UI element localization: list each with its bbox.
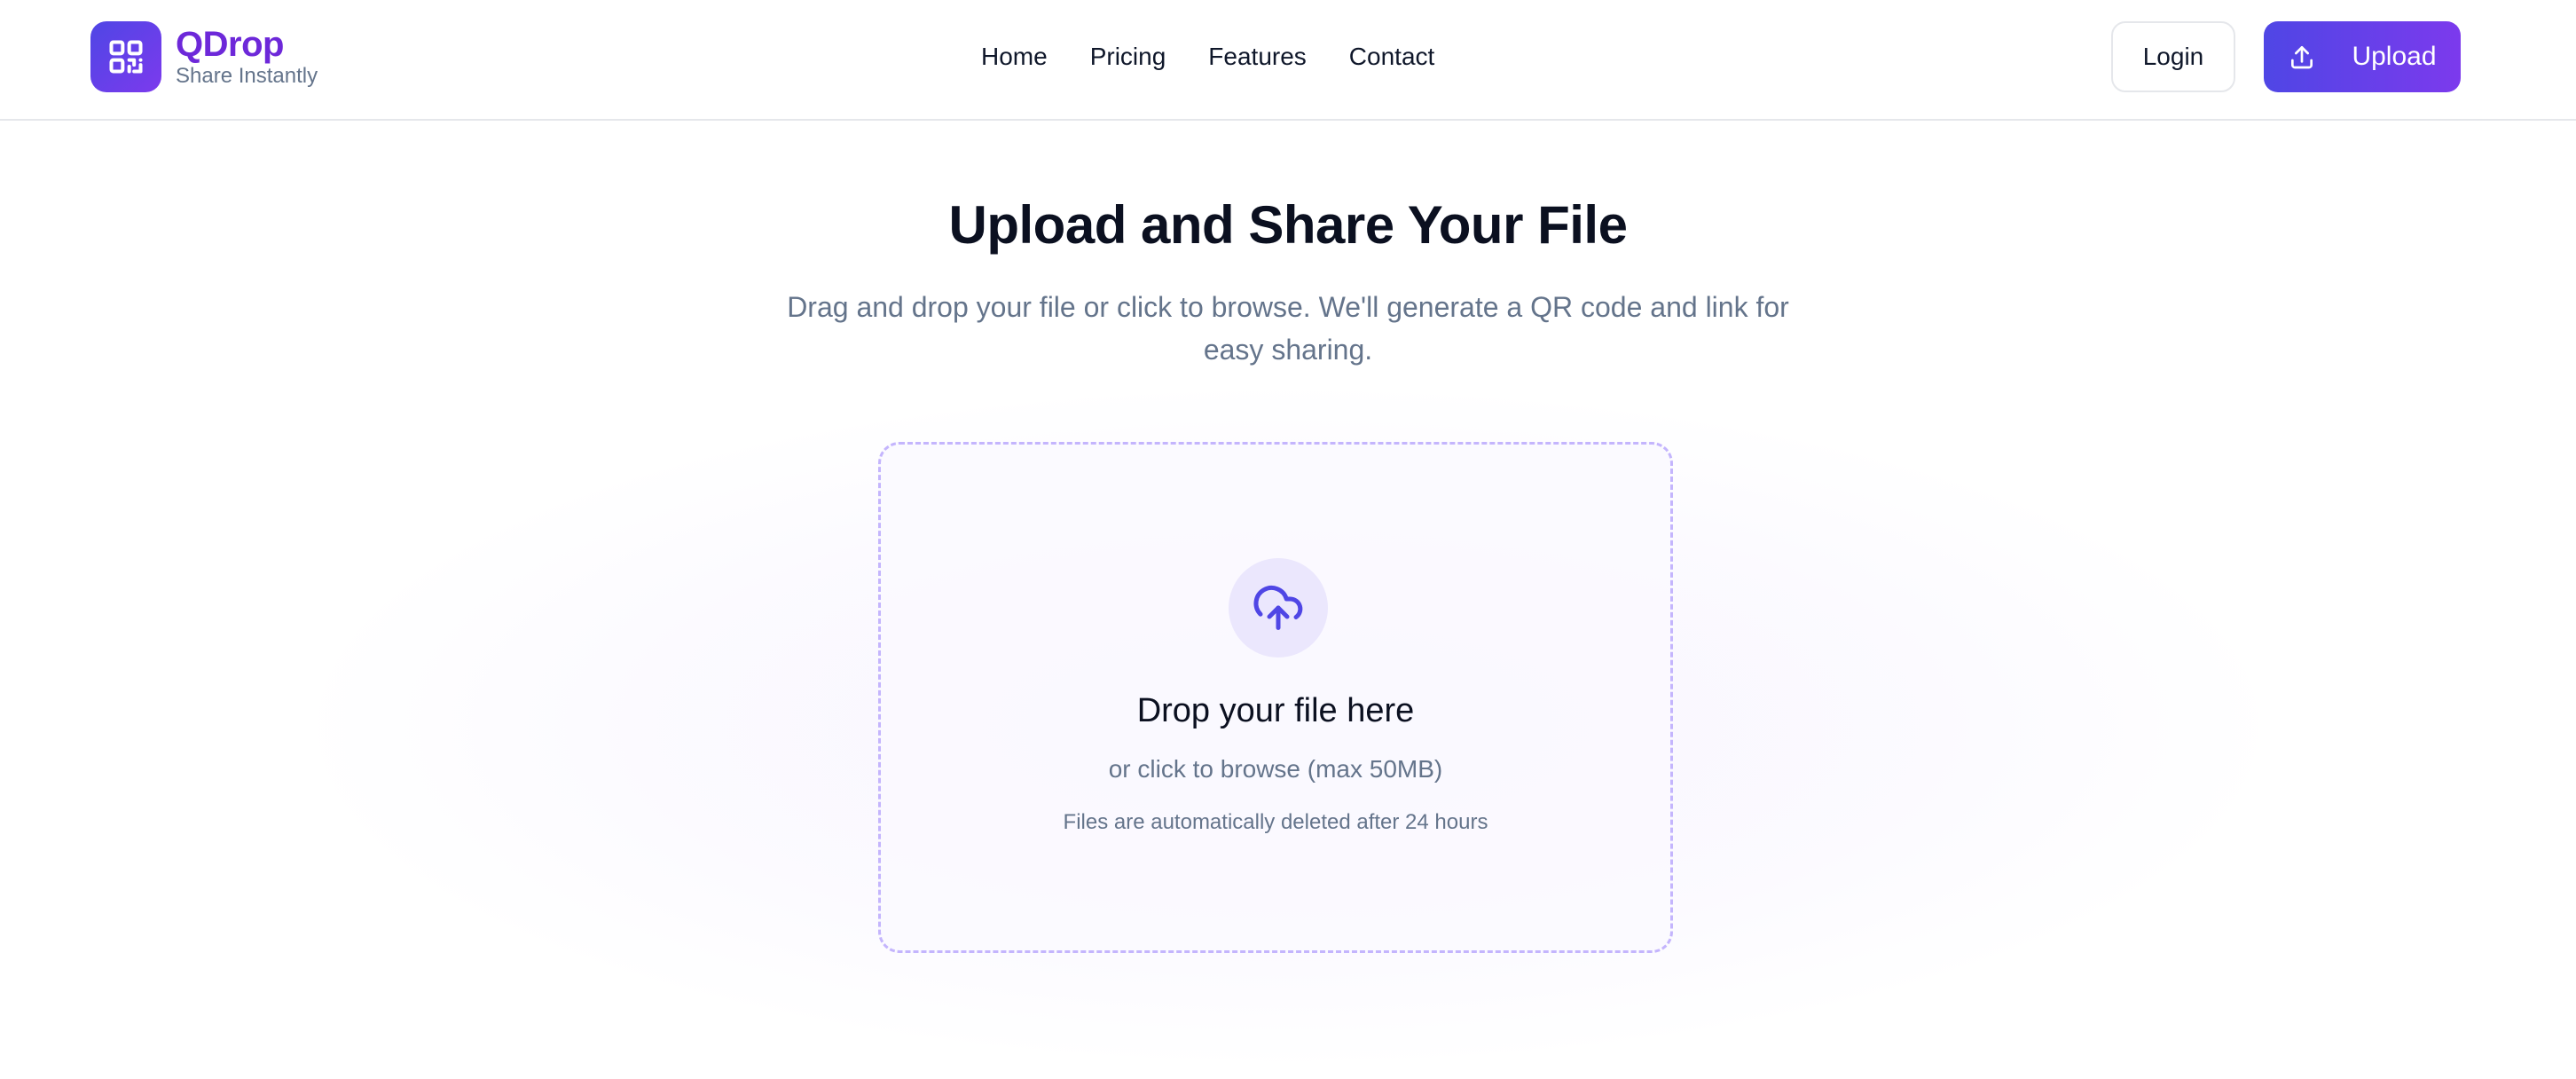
page-title: Upload and Share Your File — [948, 195, 1628, 255]
nav-link-contact[interactable]: Contact — [1349, 35, 1435, 78]
brand-name: QDrop — [176, 25, 284, 64]
cloud-upload-icon — [1229, 558, 1328, 658]
brand-home-link[interactable]: QDrop Share Instantly — [90, 21, 318, 92]
main-content: Upload and Share Your File Drag and drop… — [0, 122, 2576, 1079]
upload-button[interactable]: Upload — [2264, 21, 2461, 92]
top-navbar: QDrop Share Instantly Home Pricing Featu… — [0, 0, 2576, 121]
page-subtitle: Drag and drop your file or click to brow… — [787, 291, 1789, 366]
upload-button-label: Upload — [2352, 42, 2437, 71]
file-dropzone[interactable]: Drop your file here or click to browse (… — [878, 442, 1673, 953]
nav-link-pricing[interactable]: Pricing — [1090, 35, 1166, 78]
dropzone-subtitle: or click to browse (max 50MB) — [1108, 755, 1443, 783]
login-button[interactable]: Login — [2111, 21, 2235, 92]
qr-code-icon — [90, 21, 161, 92]
nav-link-features[interactable]: Features — [1208, 35, 1307, 78]
dropzone-note: Files are automatically deleted after 24… — [1063, 810, 1488, 834]
nav-link-home[interactable]: Home — [981, 35, 1048, 78]
main-nav: Home Pricing Features Contact — [981, 35, 1434, 78]
brand-tagline: Share Instantly — [176, 64, 318, 88]
dropzone-title: Drop your file here — [1136, 692, 1415, 729]
upload-icon — [2288, 43, 2316, 71]
